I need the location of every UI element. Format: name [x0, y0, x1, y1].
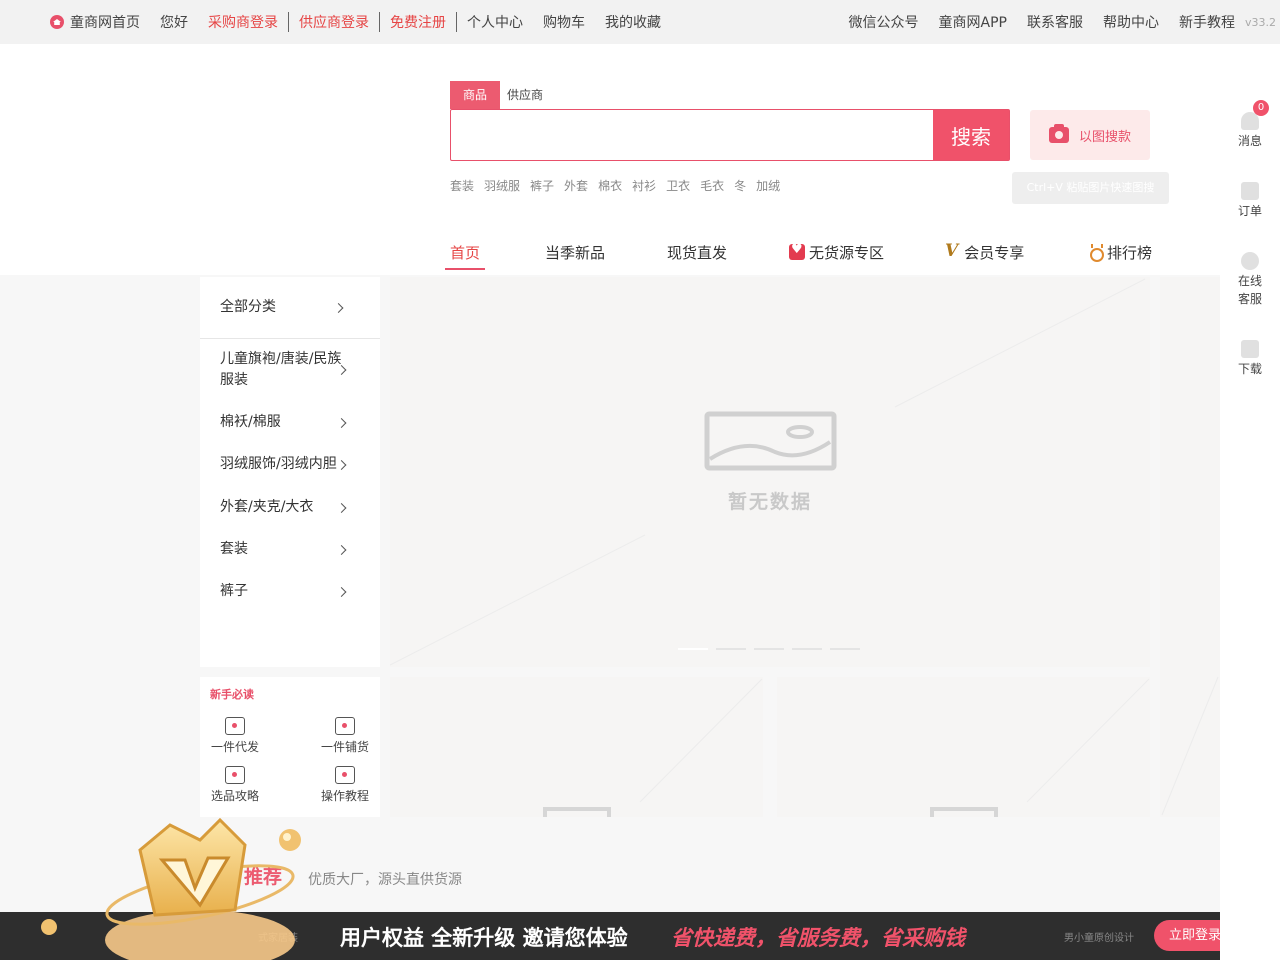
- right-sidebar: 消息 0 订单 在线 客服 下载: [1220, 44, 1280, 960]
- hot-word[interactable]: 毛衣: [700, 177, 724, 194]
- hot-word[interactable]: 加绒: [756, 177, 780, 194]
- main-nav: 首页 当季新品 现货直发 无货源专区 V会员专享 排行榜: [440, 242, 1160, 275]
- hot-word[interactable]: 裤子: [530, 177, 554, 194]
- version-label: v33.2: [1244, 15, 1276, 29]
- home-link[interactable]: 童商网首页: [50, 12, 150, 32]
- paste-hint-tooltip: Ctrl+V 粘贴图片快速图搜: [1012, 172, 1169, 204]
- promo-right-text: 男小童原创设计: [1064, 933, 1134, 944]
- personal-center-link[interactable]: 个人中心: [457, 12, 533, 32]
- login-now-button[interactable]: 立即登录: [1154, 920, 1220, 951]
- vip-crown-icon: [105, 817, 301, 960]
- register-link[interactable]: 免费注册: [380, 12, 456, 32]
- hot-word[interactable]: 冬: [734, 177, 746, 194]
- video-icon: [335, 766, 355, 784]
- top-bar: 童商网首页 您好 采购商登录 供应商登录 免费注册 个人中心 购物车 我的收藏 …: [0, 0, 1280, 44]
- search-tabs: 商品 供应商: [450, 81, 550, 109]
- hot-word[interactable]: 羽绒服: [484, 177, 520, 194]
- category-all[interactable]: 全部分类: [220, 297, 370, 318]
- cart-link[interactable]: 购物车: [533, 12, 595, 32]
- greeting: 您好: [160, 15, 188, 31]
- category-panel: 全部分类 儿童旗袍/唐装/民族服装 棉袄/棉服 羽绒服饰/羽绒内胆 外套/夹克/…: [200, 277, 380, 667]
- search-button[interactable]: 搜索: [933, 110, 1009, 160]
- carousel-dot[interactable]: [792, 648, 822, 650]
- hot-word[interactable]: 棉衣: [598, 177, 622, 194]
- hot-word[interactable]: 外套: [564, 177, 588, 194]
- favorites-link[interactable]: 我的收藏: [595, 12, 671, 32]
- category-item[interactable]: 儿童旗袍/唐装/民族服装: [220, 349, 370, 391]
- guide-title: 新手必读: [210, 688, 254, 701]
- promo-highlight-text: 省快递费，省服务费，省采购钱: [671, 926, 965, 950]
- image-placeholder-icon: [704, 411, 837, 471]
- guide-tutorial[interactable]: 操作教程: [305, 766, 385, 804]
- hot-word[interactable]: 衬衫: [632, 177, 656, 194]
- medal-icon: [1089, 244, 1104, 262]
- category-item[interactable]: 裤子: [220, 581, 370, 602]
- wechat-link[interactable]: 微信公众号: [839, 12, 929, 32]
- image-search-label: 以图搜款: [1078, 129, 1131, 145]
- sidebar-messages[interactable]: 消息 0: [1220, 100, 1280, 150]
- buyer-login-link[interactable]: 采购商登录: [198, 12, 288, 32]
- hot-word[interactable]: 套装: [450, 177, 474, 194]
- hot-words: 套装 羽绒服 裤子 外套 棉衣 衬衫 卫衣 毛衣 冬 加绒: [450, 177, 790, 194]
- divider: [200, 338, 380, 339]
- truck-icon: [225, 717, 245, 735]
- home-icon: [50, 15, 64, 29]
- contact-link[interactable]: 联系客服: [1017, 12, 1093, 32]
- star-icon: [225, 766, 245, 784]
- tutorial-link[interactable]: 新手教程: [1169, 12, 1239, 32]
- carousel-dot[interactable]: [678, 648, 708, 650]
- main-banner[interactable]: 暂无数据: [390, 277, 1150, 667]
- shop-icon: [335, 717, 355, 735]
- image-search-button[interactable]: 以图搜款: [1030, 110, 1150, 160]
- top-bar-left: 童商网首页 您好 采购商登录 供应商登录 免费注册 个人中心 购物车 我的收藏: [50, 0, 671, 44]
- recommend-subtitle: 优质大厂，源头直供货源: [308, 872, 462, 888]
- guide-dropship[interactable]: 一件代发: [195, 717, 275, 755]
- beginner-guide: 新手必读 一件代发 一件铺货 选品攻略 操作教程: [200, 677, 380, 817]
- sidebar-customer-service[interactable]: 在线 客服: [1220, 252, 1280, 308]
- search-box: 搜索: [450, 109, 1010, 161]
- carousel-dot[interactable]: [830, 648, 860, 650]
- v-icon: V: [945, 241, 959, 261]
- search-input[interactable]: [451, 110, 933, 160]
- header: 商品 供应商 搜索 以图搜款 Ctrl+V 粘贴图片快速图搜 套装 羽绒服 裤子…: [0, 44, 1220, 275]
- category-item[interactable]: 棉袄/棉服: [220, 412, 370, 433]
- nav-ranking[interactable]: 排行榜: [1089, 242, 1152, 275]
- category-item[interactable]: 套装: [220, 539, 370, 560]
- camera-icon: [1048, 124, 1069, 143]
- sidebar-orders[interactable]: 订单: [1220, 182, 1280, 220]
- help-link[interactable]: 帮助中心: [1093, 12, 1169, 32]
- category-item[interactable]: 外套/夹克/大衣: [220, 497, 370, 518]
- nav-home[interactable]: 首页: [444, 242, 486, 275]
- nav-in-stock[interactable]: 现货直发: [667, 242, 727, 275]
- supplier-login-link[interactable]: 供应商登录: [289, 12, 379, 32]
- qr-code-icon: [1241, 340, 1259, 358]
- promo-tile[interactable]: [390, 677, 763, 817]
- guide-listing[interactable]: 一件铺货: [305, 717, 385, 755]
- carousel-dots: [678, 648, 868, 650]
- no-data-label: 暂无数据: [727, 491, 812, 513]
- hot-word[interactable]: 卫衣: [666, 177, 690, 194]
- heart-icon: [789, 242, 805, 260]
- message-count-badge: 0: [1253, 100, 1269, 116]
- tab-goods[interactable]: 商品: [450, 81, 501, 109]
- carousel-dot[interactable]: [754, 648, 784, 650]
- banner-placeholder-graphic: [390, 278, 1146, 666]
- promo-tile[interactable]: [777, 677, 1150, 817]
- app-link[interactable]: 童商网APP: [929, 12, 1017, 32]
- gold-ball-icon: [41, 919, 57, 935]
- carousel-dot[interactable]: [716, 648, 746, 650]
- headset-icon: [1241, 252, 1259, 270]
- category-item[interactable]: 羽绒服饰/羽绒内胆: [220, 454, 370, 475]
- guide-selection[interactable]: 选品攻略: [195, 766, 275, 804]
- tab-supplier[interactable]: 供应商: [500, 81, 550, 109]
- sidebar-download[interactable]: 下载: [1220, 340, 1280, 378]
- clipboard-icon: [1241, 182, 1259, 200]
- nav-dropship-zone[interactable]: 无货源专区: [789, 242, 884, 275]
- nav-member[interactable]: V 会员专享: [945, 242, 1024, 275]
- top-bar-right: 微信公众号 童商网APP 联系客服 帮助中心 新手教程 v33.2: [839, 0, 1276, 44]
- banner-side-strip: [1160, 277, 1220, 817]
- nav-new-season[interactable]: 当季新品: [545, 242, 605, 275]
- promo-main-text: 用户权益 全新升级 邀请您体验: [340, 926, 628, 950]
